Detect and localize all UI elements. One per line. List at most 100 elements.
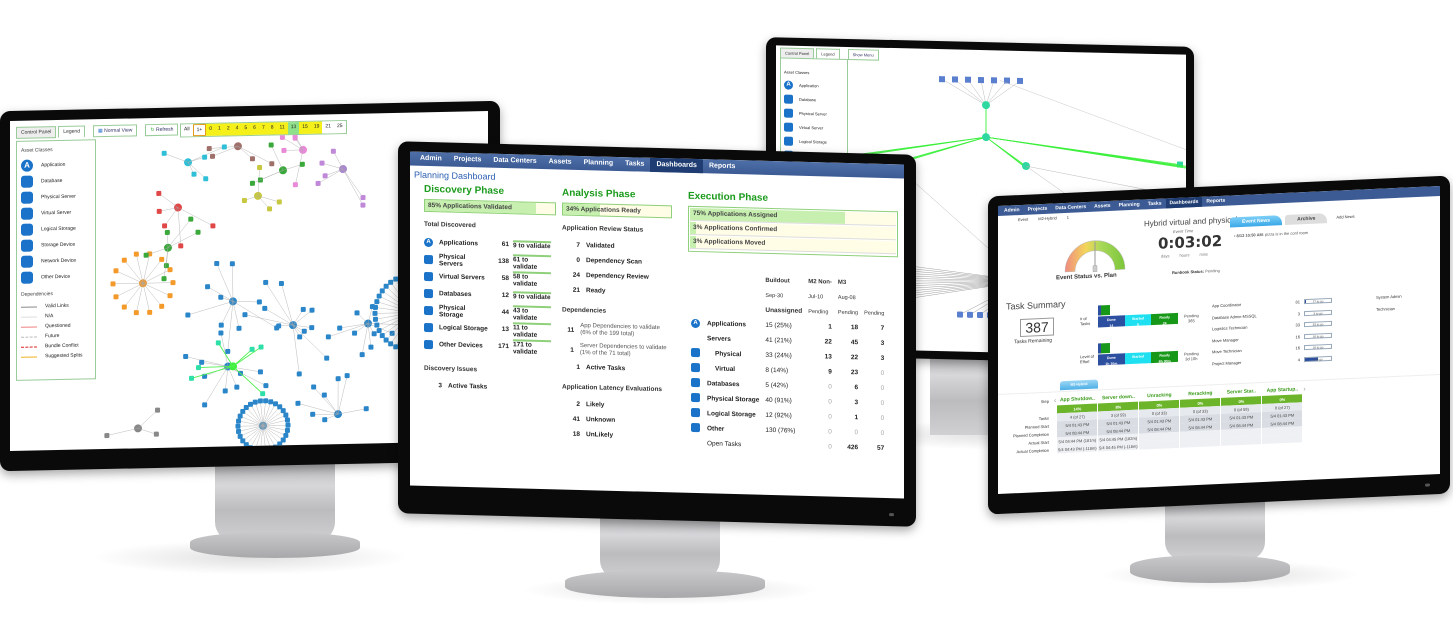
asset-node[interactable] [240, 438, 246, 444]
asset-node[interactable] [278, 280, 284, 287]
asset-node[interactable] [359, 352, 365, 358]
asset-node[interactable] [309, 307, 315, 313]
nav-data-centers[interactable]: Data Centers [1051, 202, 1090, 214]
status-row[interactable]: 18 UnLikely [562, 427, 672, 445]
asset-node[interactable] [203, 176, 209, 182]
asset-node[interactable] [372, 310, 378, 316]
issue-row[interactable]: 3 Active Tasks [424, 378, 556, 396]
asset-node[interactable] [257, 369, 263, 375]
asset-node[interactable] [388, 341, 394, 347]
asset-node[interactable] [309, 325, 315, 331]
asset-node[interactable] [337, 325, 343, 331]
asset-node[interactable] [296, 371, 302, 377]
tab-legend[interactable]: Legend [58, 125, 85, 139]
asset-node[interactable] [210, 153, 216, 159]
asset-node[interactable] [372, 316, 378, 322]
asset-node[interactable] [267, 206, 273, 212]
asset-node[interactable] [295, 400, 301, 406]
filter-15[interactable]: 15 [299, 121, 311, 134]
to-validate-link[interactable]: 9 to validate [513, 240, 551, 251]
asset-node[interactable] [252, 447, 258, 450]
add-news-link[interactable]: Add News [1336, 212, 1354, 223]
asset-node[interactable] [206, 146, 212, 152]
asset-node[interactable] [236, 325, 242, 331]
asset-node[interactable] [147, 309, 153, 315]
asset-node[interactable] [155, 407, 161, 413]
asset-node[interactable] [324, 355, 330, 361]
asset-node[interactable] [283, 412, 289, 418]
asset-node[interactable] [156, 208, 162, 214]
asset-node[interactable] [376, 293, 382, 299]
asset-node[interactable] [283, 432, 289, 438]
nav-reports[interactable]: Reports [703, 159, 741, 174]
asset-node[interactable] [260, 391, 266, 397]
to-validate-link[interactable]: 43 to validate [513, 304, 551, 322]
tab-archive[interactable]: Archive [1285, 213, 1328, 225]
filter-8[interactable]: 8 [267, 122, 277, 135]
filter-13[interactable]: 13 [287, 121, 300, 135]
asset-node[interactable] [374, 299, 380, 305]
asset-node[interactable] [249, 156, 255, 162]
asset-node[interactable] [257, 164, 263, 171]
asset-node[interactable] [263, 448, 269, 450]
filter-1plus[interactable]: 1+ [192, 123, 207, 137]
asset-node[interactable] [183, 353, 189, 360]
storage-node[interactable] [978, 76, 984, 84]
asset-node[interactable] [133, 251, 139, 257]
asset-node[interactable] [379, 288, 385, 294]
server-node[interactable] [957, 311, 963, 318]
asset-node[interactable] [344, 373, 350, 379]
nav-admin[interactable]: Admin [1000, 205, 1024, 216]
asset-node[interactable] [156, 190, 162, 196]
asset-node[interactable] [363, 406, 369, 412]
filter-7[interactable]: 7 [258, 122, 268, 135]
application-node[interactable] [982, 133, 990, 142]
asset-node[interactable] [236, 418, 242, 424]
storage-node[interactable] [991, 77, 997, 84]
asset-node[interactable] [222, 388, 228, 394]
nav-planning[interactable]: Planning [1115, 199, 1144, 210]
nav-tasks[interactable]: Tasks [1144, 198, 1166, 209]
asset-node[interactable] [153, 431, 159, 437]
discovery-row[interactable]: Other Devices 171 171 to validate [424, 336, 556, 356]
nav-dashboards[interactable]: Dashboards [650, 157, 703, 174]
event-select[interactable]: M2-Hybrid [1038, 215, 1056, 221]
nav-admin[interactable]: Admin [414, 152, 448, 167]
asset-node[interactable] [335, 376, 341, 382]
group-tab[interactable]: M2-Hybrid [1060, 379, 1098, 391]
asset-node[interactable] [202, 154, 208, 160]
asset-node[interactable] [299, 161, 305, 167]
asset-node[interactable] [159, 303, 165, 309]
asset-node[interactable] [164, 229, 170, 235]
filter-6[interactable]: 6 [250, 122, 259, 135]
asset-node[interactable] [236, 428, 242, 434]
filter-All[interactable]: All [181, 124, 193, 137]
asset-node[interactable] [379, 333, 385, 339]
asset-node[interactable] [249, 346, 255, 352]
asset-node[interactable] [310, 411, 316, 417]
to-validate-link[interactable]: 61 to validate [513, 253, 551, 271]
asset-node[interactable] [159, 256, 165, 262]
asset-node[interactable] [263, 279, 269, 285]
asset-node[interactable] [210, 223, 216, 229]
to-validate-link[interactable]: 171 to validate [513, 338, 551, 356]
asset-node[interactable] [315, 180, 321, 186]
asset-node[interactable] [354, 310, 360, 316]
asset-node[interactable] [234, 384, 240, 390]
asset-node[interactable] [189, 375, 195, 381]
asset-node[interactable] [242, 312, 248, 318]
asset-node[interactable] [388, 279, 394, 285]
asset-node[interactable] [185, 312, 191, 318]
asset-node[interactable] [167, 293, 173, 299]
to-validate-link[interactable]: 11 to validate [513, 321, 551, 339]
asset-node[interactable] [285, 422, 291, 428]
asset-node[interactable] [121, 257, 127, 263]
asset-node[interactable] [268, 399, 274, 405]
server-node[interactable] [977, 311, 983, 319]
asset-node[interactable] [188, 216, 194, 222]
nav-planning[interactable]: Planning [578, 156, 620, 171]
application-node[interactable] [982, 101, 990, 110]
asset-node[interactable] [113, 268, 119, 274]
filter-1[interactable]: 1 [215, 123, 224, 136]
asset-node[interactable] [311, 384, 317, 390]
